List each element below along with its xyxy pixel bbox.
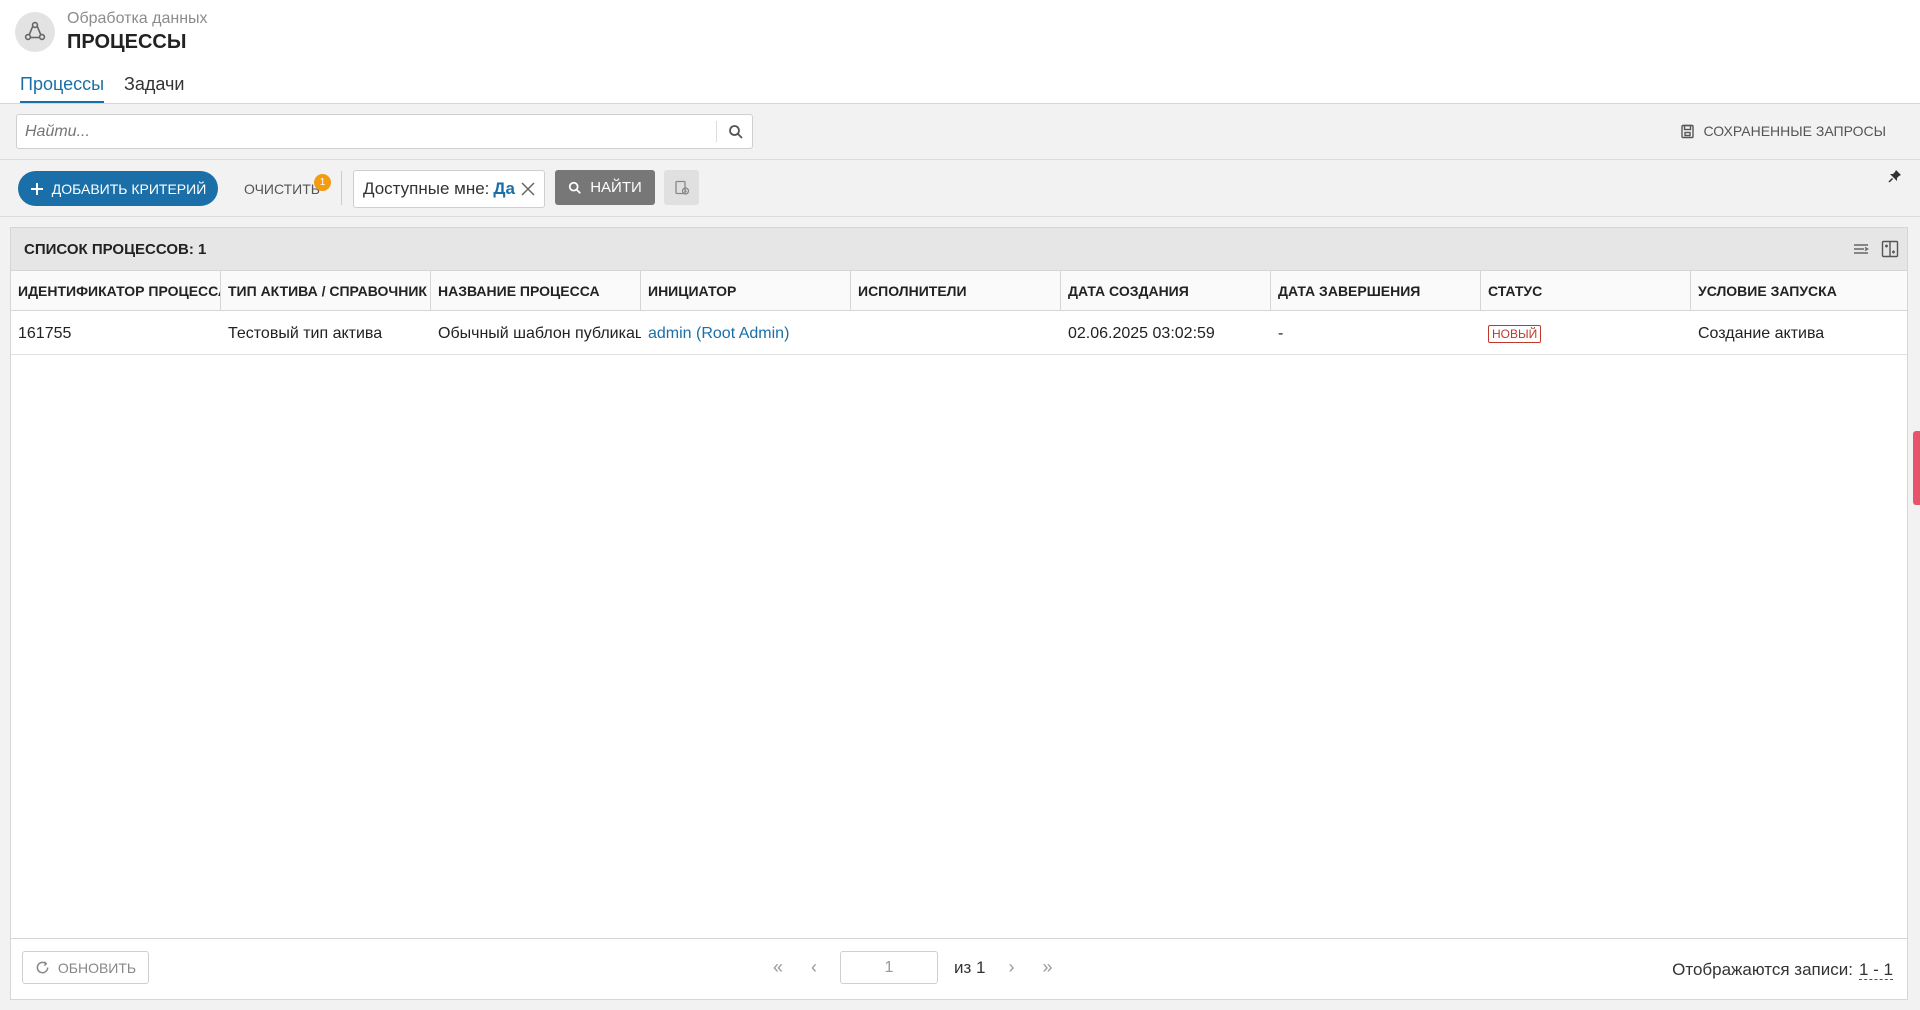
saved-queries-label: СОХРАНЕННЫЕ ЗАПРОСЫ <box>1703 123 1886 139</box>
first-page-icon[interactable]: « <box>768 951 788 984</box>
side-feedback-tab[interactable] <box>1913 431 1920 505</box>
refresh-button[interactable]: ОБНОВИТЬ <box>22 951 149 984</box>
save-query-button[interactable] <box>664 170 699 205</box>
cell-finished: - <box>1278 325 1284 342</box>
cell-asset-type: Тестовый тип актива <box>228 325 383 342</box>
row-density-icon[interactable] <box>1853 241 1869 257</box>
page-total: из 1 <box>954 957 986 977</box>
find-label: НАЙТИ <box>590 179 642 196</box>
table-row[interactable]: 161755 Тестовый тип актива Обычный шабло… <box>11 312 1907 355</box>
tab-tasks[interactable]: Задачи <box>124 74 184 103</box>
column-header-status[interactable]: СТАТУС <box>1481 271 1691 311</box>
page-title: ПРОЦЕССЫ <box>67 31 187 53</box>
cell-id: 161755 <box>18 325 72 342</box>
pin-icon[interactable] <box>1888 169 1902 183</box>
records-info: Отображаются записи: 1 - 1 <box>1672 960 1893 980</box>
search-icon <box>569 181 582 194</box>
add-criteria-label: ДОБАВИТЬ КРИТЕРИЙ <box>51 180 207 197</box>
filter-bar: ДОБАВИТЬ КРИТЕРИЙ ОЧИСТИТЬ 1 Доступные м… <box>0 161 1920 217</box>
filter-chip-label: Доступные мне: <box>363 179 490 198</box>
column-header-asset-type[interactable]: ТИП АКТИВА / СПРАВОЧНИК <box>221 271 431 311</box>
plus-icon <box>30 182 43 195</box>
process-flow-icon <box>15 12 55 52</box>
column-header-process-name[interactable]: НАЗВАНИЕ ПРОЦЕССА <box>431 271 641 311</box>
cell-process-name: Обычный шаблон публикации <box>438 325 641 342</box>
find-button[interactable]: НАЙТИ <box>555 170 655 205</box>
page-header: Обработка данных ПРОЦЕССЫ Процессы Задач… <box>0 0 1920 104</box>
refresh-label: ОБНОВИТЬ <box>57 959 137 976</box>
panel-header: СПИСОК ПРОЦЕССОВ: 1 <box>11 228 1907 271</box>
initiator-link[interactable]: admin (Root Admin) <box>641 312 851 355</box>
cell-status: НОВЫЙ <box>1481 312 1691 355</box>
table-header: ИДЕНТИФИКАТОР ПРОЦЕССА ТИП АКТИВА / СПРА… <box>11 271 1907 311</box>
panel-title: СПИСОК ПРОЦЕССОВ: 1 <box>24 241 207 258</box>
cell-launch-condition: Создание актива <box>1698 325 1825 342</box>
close-icon[interactable] <box>520 181 536 197</box>
columns-settings-icon[interactable] <box>1881 240 1899 258</box>
tab-bar: Процессы Задачи <box>20 74 184 103</box>
column-header-id[interactable]: ИДЕНТИФИКАТОР ПРОЦЕССА <box>11 271 221 311</box>
column-header-finished[interactable]: ДАТА ЗАВЕРШЕНИЯ <box>1271 271 1481 311</box>
search-bar: СОХРАНЕННЫЕ ЗАПРОСЫ <box>0 105 1920 160</box>
filter-chip[interactable]: Доступные мне: Да <box>353 170 545 208</box>
next-page-icon[interactable]: › <box>1001 951 1021 984</box>
search-box <box>16 114 753 149</box>
records-label: Отображаются записи: <box>1672 960 1853 979</box>
column-header-created[interactable]: ДАТА СОЗДАНИЯ <box>1061 271 1271 311</box>
page-number-input[interactable] <box>840 951 938 984</box>
app-subtitle: Обработка данных <box>67 10 208 27</box>
add-criteria-button[interactable]: ДОБАВИТЬ КРИТЕРИЙ <box>18 171 218 206</box>
search-icon[interactable] <box>725 121 747 143</box>
clear-count-badge: 1 <box>314 174 331 191</box>
process-list-panel: СПИСОК ПРОЦЕССОВ: 1 ИДЕНТИФИКАТОР ПРОЦЕС… <box>10 227 1908 1000</box>
tab-processes[interactable]: Процессы <box>20 74 105 103</box>
save-query-icon <box>674 180 689 195</box>
pagination: « ‹ из 1 › » <box>768 951 1057 984</box>
clear-button[interactable]: ОЧИСТИТЬ <box>244 181 320 197</box>
cell-executors <box>851 312 1061 355</box>
cell-created: 02.06.2025 03:02:59 <box>1068 325 1215 342</box>
last-page-icon[interactable]: » <box>1037 951 1057 984</box>
divider <box>341 171 342 205</box>
refresh-icon <box>36 961 49 974</box>
records-range[interactable]: 1 - 1 <box>1858 960 1893 980</box>
search-divider <box>716 121 717 142</box>
column-header-executors[interactable]: ИСПОЛНИТЕЛИ <box>851 271 1061 311</box>
column-header-initiator[interactable]: ИНИЦИАТОР <box>641 271 851 311</box>
filter-chip-value: Да <box>493 179 515 198</box>
panel-footer: ОБНОВИТЬ « ‹ из 1 › » Отображаются запис… <box>11 938 1907 999</box>
column-header-launch-condition[interactable]: УСЛОВИЕ ЗАПУСКА <box>1691 271 1909 311</box>
prev-page-icon[interactable]: ‹ <box>804 951 824 984</box>
saved-queries-icon <box>1681 124 1695 138</box>
saved-queries-button[interactable]: СОХРАНЕННЫЕ ЗАПРОСЫ <box>1680 123 1886 139</box>
search-input[interactable] <box>17 115 713 148</box>
status-badge: НОВЫЙ <box>1488 324 1542 343</box>
